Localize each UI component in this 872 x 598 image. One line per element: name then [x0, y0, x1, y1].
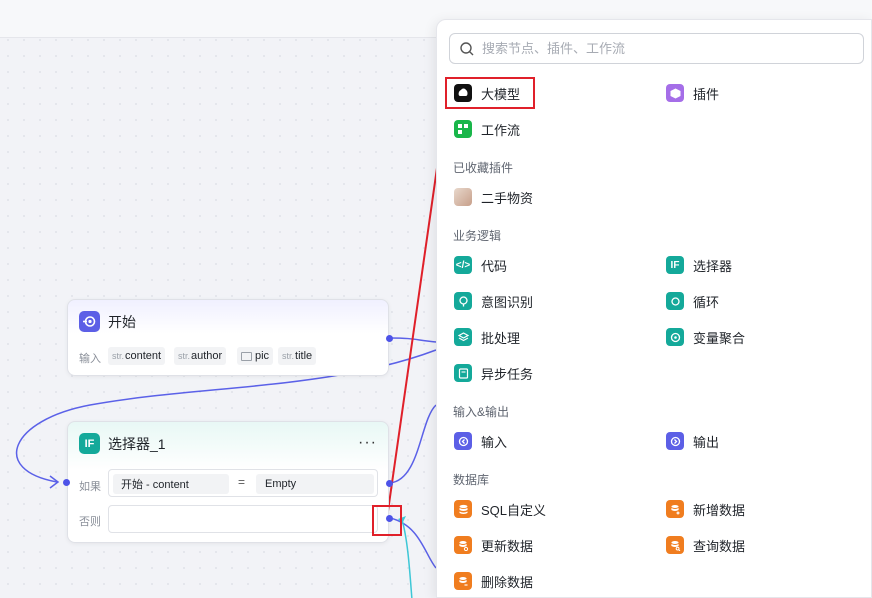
database-delete-icon: [454, 572, 472, 590]
plugin-icon: [666, 84, 684, 102]
menu-item-async-task[interactable]: 异步任务: [454, 361, 533, 385]
more-options-icon[interactable]: ···: [358, 434, 377, 452]
menu-item-second-hand[interactable]: 二手物资: [454, 185, 533, 209]
menu-item-output[interactable]: 输出: [666, 429, 719, 453]
selector-node[interactable]: IF 选择器_1 ··· 如果 开始 - content = Empty 否则: [67, 421, 389, 543]
menu-item-delete-data[interactable]: 删除数据: [454, 569, 533, 593]
if-icon: IF: [79, 433, 100, 454]
input-label: 输入: [79, 353, 101, 365]
loop-icon: [666, 292, 684, 310]
menu-item-input[interactable]: 输入: [454, 429, 507, 453]
else-row: [108, 505, 378, 533]
param-tag: str. content: [108, 347, 166, 365]
menu-item-aggregate[interactable]: 变量聚合: [666, 325, 745, 349]
menu-item-add-data[interactable]: 新增数据: [666, 497, 745, 521]
batch-icon: [454, 328, 472, 346]
llm-icon: [454, 84, 472, 102]
avatar-icon: [454, 188, 472, 206]
selector-node-title: 选择器_1: [108, 435, 166, 452]
param-tag: str. title: [278, 347, 317, 365]
section-title-io: 输入&输出: [453, 405, 510, 419]
else-port-highlight: [372, 505, 402, 536]
else-label: 否则: [79, 516, 101, 528]
condition-right[interactable]: Empty: [256, 474, 374, 494]
start-output-port[interactable]: [386, 335, 393, 342]
start-node-icon: [79, 311, 100, 332]
section-title-favorites: 已收藏插件: [453, 161, 514, 175]
menu-item-loop[interactable]: 循环: [666, 289, 719, 313]
menu-item-workflow[interactable]: 工作流: [454, 117, 520, 141]
workflow-icon: [454, 120, 472, 138]
image-icon: [241, 351, 252, 361]
start-node[interactable]: 开始 输入 str. content str. author pic str. tit…: [67, 299, 389, 376]
input-icon: [454, 432, 472, 450]
database-update-icon: [454, 536, 472, 554]
aggregate-icon: [666, 328, 684, 346]
section-title-logic: 业务逻辑: [453, 229, 502, 243]
menu-item-code[interactable]: </> 代码: [454, 253, 507, 277]
intent-icon: [454, 292, 472, 310]
condition-left[interactable]: 开始 - content: [113, 474, 229, 494]
menu-item-selector[interactable]: IF 选择器: [666, 253, 732, 277]
menu-item-batch[interactable]: 批处理: [454, 325, 520, 349]
search-input[interactable]: [482, 41, 852, 56]
database-query-icon: [666, 536, 684, 554]
menu-item-sql[interactable]: SQL自定义: [454, 497, 546, 521]
menu-item-llm[interactable]: 大模型: [454, 81, 520, 105]
start-node-title: 开始: [108, 313, 136, 330]
if-output-port[interactable]: [386, 480, 393, 487]
param-tag: pic: [237, 347, 274, 365]
menu-item-plugin[interactable]: 插件: [666, 81, 719, 105]
menu-item-query-data[interactable]: 查询数据: [666, 533, 745, 557]
database-add-icon: [666, 500, 684, 518]
section-title-database: 数据库: [453, 473, 490, 487]
database-icon: [454, 500, 472, 518]
if-icon: IF: [666, 256, 684, 274]
condition-row[interactable]: 开始 - content = Empty: [108, 469, 378, 497]
search-box[interactable]: [449, 33, 864, 64]
output-icon: [666, 432, 684, 450]
menu-item-update-data[interactable]: 更新数据: [454, 533, 533, 557]
node-picker-panel: 大模型 插件 工作流 已收藏插件 二手物资 业务逻辑 </> 代码 IF 选择器…: [436, 19, 872, 598]
search-icon: [460, 41, 474, 55]
param-tag: str. author: [174, 347, 227, 365]
selector-input-port[interactable]: [63, 479, 70, 486]
condition-operator[interactable]: =: [238, 475, 245, 489]
async-task-icon: [454, 364, 472, 382]
code-icon: </>: [454, 256, 472, 274]
if-label: 如果: [79, 481, 101, 493]
menu-item-intent[interactable]: 意图识别: [454, 289, 533, 313]
